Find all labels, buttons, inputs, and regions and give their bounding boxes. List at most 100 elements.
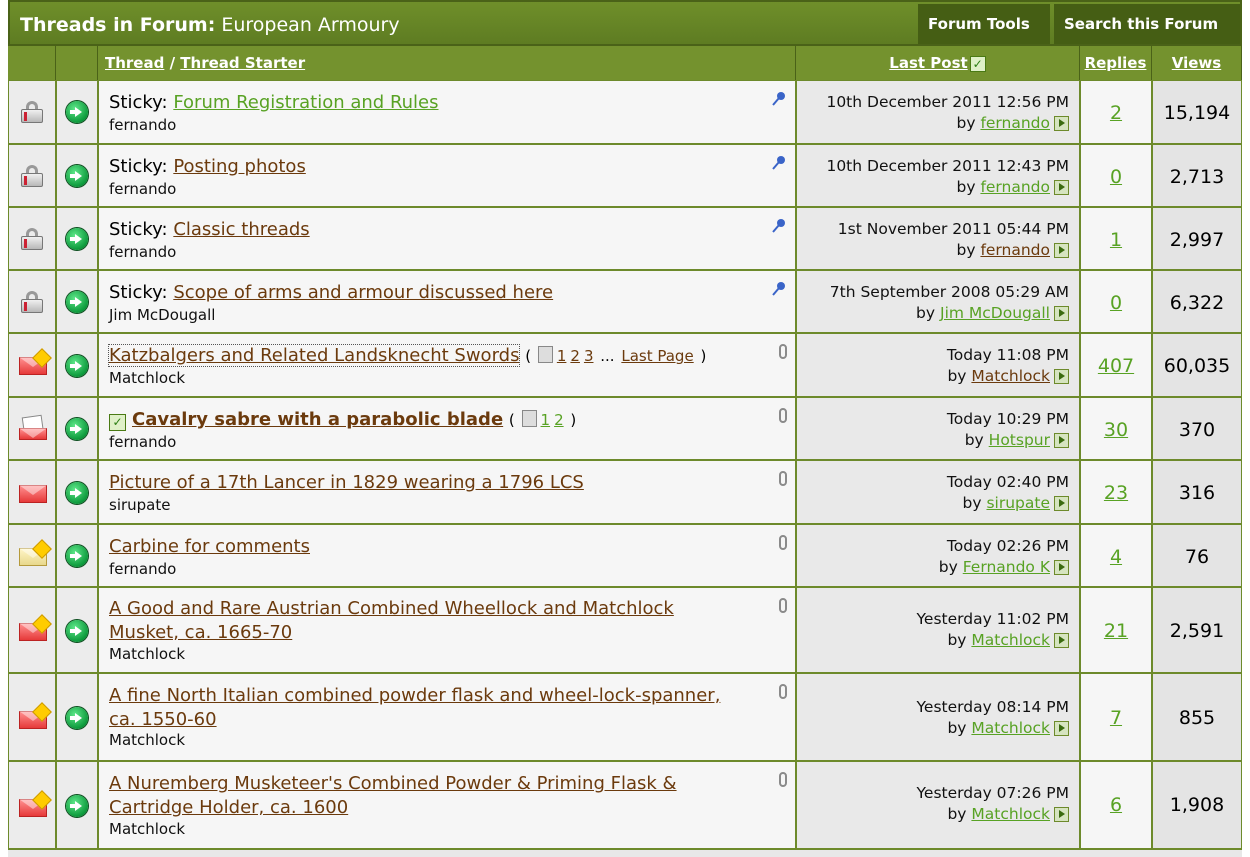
views-count: 15,194 — [1163, 102, 1231, 124]
thread-starter[interactable]: Matchlock — [109, 820, 185, 838]
go-to-last-post-icon[interactable] — [1054, 116, 1069, 131]
last-post-user-link[interactable]: fernando — [980, 241, 1050, 259]
page-link[interactable]: 1 — [557, 347, 567, 365]
replies-link[interactable]: 1 — [1081, 229, 1151, 251]
last-post-user-link[interactable]: Fernando K — [963, 558, 1050, 576]
forum-tools-menu[interactable]: Forum Tools — [918, 4, 1050, 68]
replies-link[interactable]: 4 — [1081, 546, 1151, 568]
go-to-first-new-post-icon[interactable] — [66, 482, 88, 504]
replies-link[interactable]: 21 — [1081, 620, 1151, 642]
last-post-user-link[interactable]: Jim McDougall — [940, 304, 1050, 322]
page-link[interactable]: 3 — [584, 347, 594, 365]
lock-icon — [19, 165, 45, 187]
thread-title-link[interactable]: Posting photos — [173, 156, 306, 177]
last-post-user-link[interactable]: Matchlock — [971, 719, 1050, 737]
thread-title-link[interactable]: A Nuremberg Musketeer's Combined Powder … — [109, 773, 677, 794]
thread-title-link[interactable]: Scope of arms and armour discussed here — [173, 282, 553, 303]
thread-title-link-cont[interactable]: Musket, ca. 1665-70 — [109, 622, 292, 643]
thread-starter[interactable]: Matchlock — [109, 645, 185, 663]
go-to-last-post-icon[interactable] — [1054, 433, 1069, 448]
title-bold: Threads in Forum — [20, 14, 208, 36]
go-to-last-post-icon[interactable] — [1054, 496, 1069, 511]
last-post-user-link[interactable]: fernando — [980, 178, 1050, 196]
thread-starter[interactable]: fernando — [109, 243, 176, 261]
go-to-last-post-icon[interactable] — [1054, 560, 1069, 575]
page-link[interactable]: 2 — [570, 347, 580, 365]
last-post-user-link[interactable]: Matchlock — [971, 367, 1050, 385]
replies-link[interactable]: 2 — [1081, 102, 1151, 124]
page-link[interactable]: 2 — [554, 411, 564, 429]
go-to-first-new-post-icon[interactable] — [66, 795, 88, 817]
go-to-last-post-icon[interactable] — [1054, 306, 1069, 321]
replies-link[interactable]: 30 — [1081, 419, 1151, 441]
sort-thread-link[interactable]: Thread — [105, 54, 164, 72]
go-to-last-post-icon[interactable] — [1054, 369, 1069, 384]
page-link[interactable]: 1 — [541, 411, 551, 429]
go-to-first-new-post-icon[interactable] — [66, 418, 88, 440]
thread-title-link[interactable]: Carbine for comments — [109, 536, 310, 557]
go-to-first-new-post-icon[interactable] — [66, 355, 88, 377]
go-to-first-new-post-icon[interactable] — [66, 165, 88, 187]
last-post-user-link[interactable]: fernando — [980, 114, 1050, 132]
go-to-first-new-post-icon[interactable] — [66, 291, 88, 313]
pages-close: ) — [700, 347, 707, 365]
replies-cell: 6 — [1080, 761, 1152, 849]
go-to-first-new-post-icon[interactable] — [66, 101, 88, 123]
thread-title-link-cont[interactable]: Cartridge Holder, ca. 1600 — [109, 797, 348, 818]
thread-title-link[interactable]: Classic threads — [173, 219, 309, 240]
thread-starter[interactable]: Jim McDougall — [109, 306, 215, 324]
thread-title-link[interactable]: A fine North Italian combined powder fla… — [109, 685, 720, 706]
replies-link[interactable]: 7 — [1081, 707, 1151, 729]
thread-starter[interactable]: fernando — [109, 433, 176, 451]
arrow-cell — [56, 270, 98, 333]
replies-cell: 4 — [1080, 524, 1152, 587]
sort-lastpost-link[interactable]: Last Post — [889, 54, 967, 72]
thread-starter[interactable]: fernando — [109, 180, 176, 198]
paperclip-icon — [779, 344, 787, 359]
hot-envelope-icon — [19, 790, 52, 817]
go-to-last-post-icon[interactable] — [1054, 180, 1069, 195]
search-forum-menu[interactable]: Search this Forum — [1054, 4, 1240, 68]
replies-link[interactable]: 6 — [1081, 794, 1151, 816]
go-to-first-new-post-icon[interactable] — [66, 620, 88, 642]
replies-link[interactable]: 23 — [1081, 482, 1151, 504]
forum-name: European Armoury — [221, 14, 400, 36]
go-to-last-post-icon[interactable] — [1054, 633, 1069, 648]
paperclip-icon — [779, 684, 787, 699]
thread-starter[interactable]: fernando — [109, 116, 176, 134]
go-to-last-post-icon[interactable] — [1054, 721, 1069, 736]
last-post-user-link[interactable]: Matchlock — [971, 805, 1050, 823]
thread-title-link[interactable]: Katzbalgers and Related Landsknecht Swor… — [107, 344, 521, 367]
thread-starter[interactable]: Matchlock — [109, 369, 185, 387]
status-cell — [8, 587, 56, 673]
last-post-cell: Yesterday 08:14 PM by Matchlock — [796, 673, 1080, 761]
last-post-by: by Jim McDougall — [916, 304, 1069, 322]
thread-title-link[interactable]: A Good and Rare Austrian Combined Wheell… — [109, 598, 674, 619]
last-page-link[interactable]: Last Page — [621, 347, 693, 365]
go-to-first-new-post-icon[interactable] — [66, 707, 88, 729]
by-label: by — [962, 494, 982, 512]
thread-title-link[interactable]: Picture of a 17th Lancer in 1829 wearing… — [109, 472, 584, 493]
replies-link[interactable]: 0 — [1081, 166, 1151, 188]
last-post-user-link[interactable]: Matchlock — [971, 631, 1050, 649]
sort-replies-link[interactable]: Replies — [1085, 54, 1147, 72]
thread-row: Sticky: Forum Registration and Rules fer… — [8, 80, 1242, 144]
replies-link[interactable]: 407 — [1081, 355, 1151, 377]
hot-envelope-icon — [19, 539, 52, 566]
last-post-cell: 10th December 2011 12:56 PM by fernando — [796, 80, 1080, 144]
last-post-user-link[interactable]: sirupate — [986, 494, 1050, 512]
thread-starter[interactable]: fernando — [109, 560, 176, 578]
go-to-last-post-icon[interactable] — [1054, 243, 1069, 258]
replies-link[interactable]: 0 — [1081, 292, 1151, 314]
thread-starter[interactable]: sirupate — [109, 496, 170, 514]
sort-views-link[interactable]: Views — [1172, 54, 1221, 72]
thread-title-link[interactable]: Forum Registration and Rules — [173, 92, 438, 113]
go-to-last-post-icon[interactable] — [1054, 807, 1069, 822]
go-to-first-new-post-icon[interactable] — [66, 228, 88, 250]
go-to-first-new-post-icon[interactable] — [66, 545, 88, 567]
last-post-user-link[interactable]: Hotspur — [989, 431, 1050, 449]
sort-starter-link[interactable]: Thread Starter — [180, 54, 305, 72]
thread-title-link-cont[interactable]: ca. 1550-60 — [109, 709, 217, 730]
thread-title-link[interactable]: Cavalry sabre with a parabolic blade — [132, 409, 503, 430]
thread-starter[interactable]: Matchlock — [109, 731, 185, 749]
